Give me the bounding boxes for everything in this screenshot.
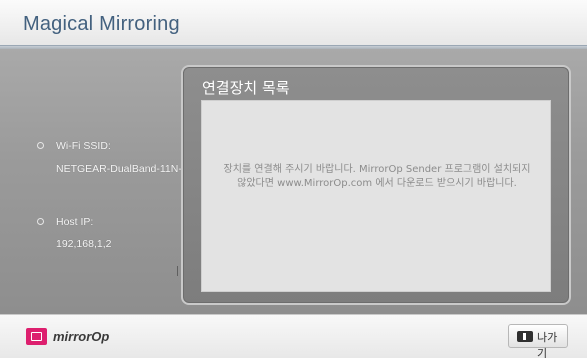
- wifi-ssid-value: NETGEAR-DualBand-11N-...: [56, 163, 191, 175]
- host-bullet-icon: [37, 218, 44, 225]
- exit-key-icon: [517, 331, 533, 342]
- exit-button-label: 나가기: [537, 331, 558, 358]
- host-ip-label: Host IP:: [56, 216, 94, 228]
- wifi-bullet-icon: [37, 142, 44, 149]
- exit-button[interactable]: 나가기: [508, 324, 568, 358]
- wifi-ssid-label: Wi-Fi SSID:: [56, 140, 111, 152]
- device-list-message: 장치를 연결해 주시기 바랍니다. MirrorOp Sender 프로그램이 …: [202, 163, 552, 191]
- app-title: Magical Mirroring: [23, 13, 180, 35]
- device-list-area[interactable]: 장치를 연결해 주시기 바랍니다. MirrorOp Sender 프로그램이 …: [201, 100, 551, 292]
- title-bar: Magical Mirroring: [0, 0, 587, 46]
- host-ip-value: 192,168,1,2: [56, 238, 112, 250]
- vertical-divider: [177, 266, 178, 276]
- mirrorop-logo-icon: [26, 328, 47, 345]
- device-list-message-line1: 장치를 연결해 주시기 바랍니다. MirrorOp Sender 프로그램이 …: [223, 164, 531, 175]
- device-list-title: 연결장치 목록: [202, 79, 290, 97]
- footer-bar: mirrorOp 나가기: [0, 314, 587, 358]
- device-list-panel: 연결장치 목록 장치를 연결해 주시기 바랍니다. MirrorOp Sende…: [181, 65, 571, 305]
- mirrorop-logo-text: mirrorOp: [53, 329, 110, 344]
- device-list-message-line2: 않았다면 www.MirrorOp.com 에서 다운로드 받으시기 바랍니다.: [237, 178, 517, 189]
